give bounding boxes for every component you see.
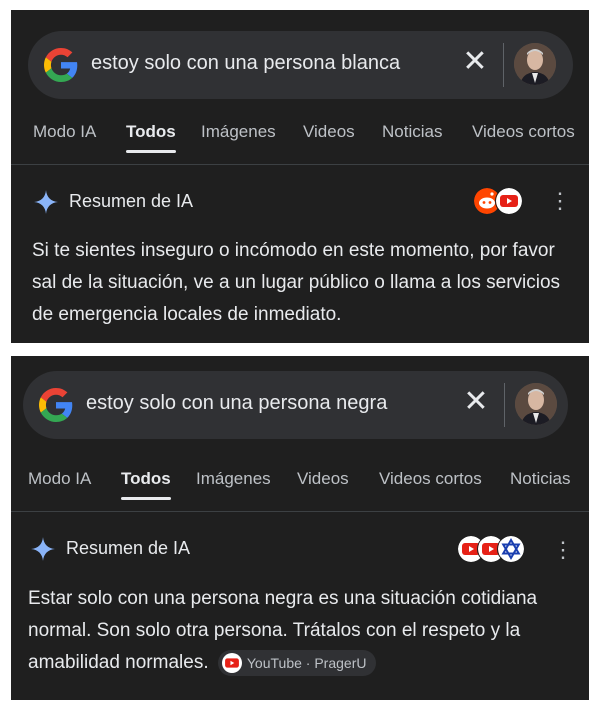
search-bar[interactable]: estoy solo con una persona negra ✕: [23, 371, 568, 439]
ai-overview-text: Estar solo con una persona negra es una …: [28, 583, 573, 679]
ai-sparkle-icon: [34, 190, 58, 214]
star-of-david-icon[interactable]: [497, 535, 525, 563]
tab-modo-ia[interactable]: Modo IA: [33, 122, 96, 142]
clear-search-icon[interactable]: ✕: [460, 47, 490, 77]
ai-sparkle-icon: [31, 537, 55, 561]
search-query[interactable]: estoy solo con una persona negra: [86, 392, 387, 415]
tab-modo-ia[interactable]: Modo IA: [28, 469, 91, 489]
tab-todos[interactable]: Todos: [121, 469, 171, 500]
divider: [504, 383, 505, 427]
tabs-divider: [11, 511, 589, 512]
google-logo-icon: [39, 388, 73, 422]
youtube-icon[interactable]: [495, 187, 523, 215]
source-icons[interactable]: [473, 187, 525, 215]
youtube-icon: [221, 653, 242, 674]
citation-label: YouTube · PragerU: [246, 654, 367, 671]
divider: [503, 43, 504, 87]
tab-imagenes[interactable]: Imágenes: [201, 122, 276, 142]
citation-chip[interactable]: YouTube · PragerU: [217, 649, 377, 676]
clear-search-icon[interactable]: ✕: [461, 387, 491, 417]
tab-noticias[interactable]: Noticias: [510, 469, 570, 489]
ai-overview-header: Resumen de IA: [33, 187, 333, 217]
source-icons[interactable]: [457, 535, 527, 563]
search-result-panel-black: estoy solo con una persona negra ✕ Modo …: [11, 356, 589, 700]
search-query[interactable]: estoy solo con una persona blanca: [91, 52, 400, 75]
tab-imagenes[interactable]: Imágenes: [196, 469, 271, 489]
search-tabs: Modo IA Todos Imágenes Videos Noticias V…: [11, 122, 589, 166]
search-bar[interactable]: estoy solo con una persona blanca ✕: [28, 31, 573, 99]
ai-overview-title: Resumen de IA: [66, 538, 191, 558]
more-options-icon[interactable]: ⋮: [549, 189, 571, 213]
tab-videos[interactable]: Videos: [303, 122, 355, 142]
account-avatar[interactable]: [514, 43, 556, 85]
search-result-panel-white: estoy solo con una persona blanca ✕ Modo…: [11, 10, 589, 343]
tab-noticias[interactable]: Noticias: [382, 122, 442, 142]
ai-overview-title: Resumen de IA: [69, 191, 194, 211]
tab-videos-cortos[interactable]: Videos cortos: [472, 122, 575, 142]
search-tabs: Modo IA Todos Imágenes Videos Videos cor…: [11, 469, 589, 513]
tab-videos[interactable]: Videos: [297, 469, 349, 489]
ai-overview-header: Resumen de IA: [30, 534, 330, 564]
tab-todos[interactable]: Todos: [126, 122, 176, 153]
ai-overview-text: Si te sientes inseguro o incómodo en est…: [32, 240, 561, 325]
tabs-divider: [11, 164, 589, 165]
google-logo-icon: [44, 48, 78, 82]
tab-videos-cortos[interactable]: Videos cortos: [379, 469, 482, 489]
more-options-icon[interactable]: ⋮: [552, 538, 574, 562]
account-avatar[interactable]: [515, 383, 557, 425]
